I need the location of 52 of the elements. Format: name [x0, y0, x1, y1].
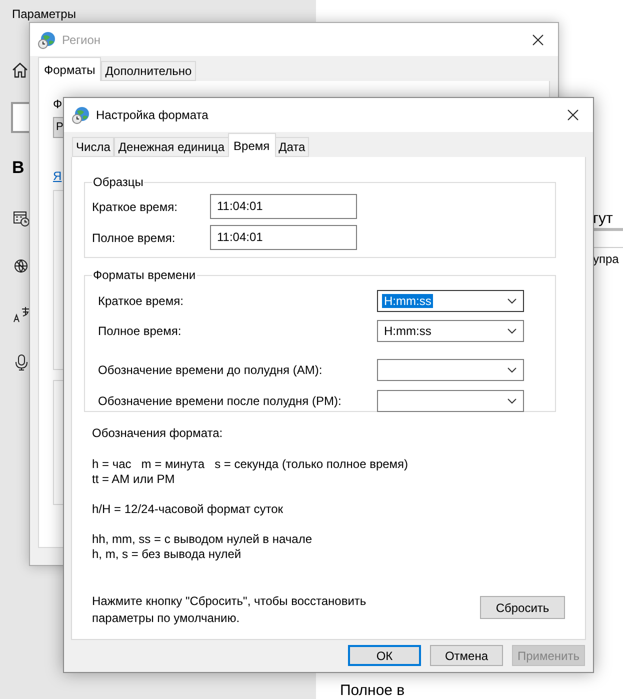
help-text: h = час m = минута s = секунда (только полное время)	[92, 457, 410, 472]
field-label: Ф	[53, 96, 64, 113]
text-field[interactable]: 11:04:01	[210, 225, 357, 250]
field-label: Обозначение времени после полудня (PM):	[98, 393, 342, 410]
close-icon[interactable]	[567, 109, 579, 121]
chevron-down-icon	[507, 367, 517, 373]
window-title: Параметры	[12, 6, 76, 23]
text-field[interactable]: 11:04:01	[210, 194, 357, 219]
field-label: Полное время:	[92, 230, 176, 246]
help-text: tt = AM или PM	[92, 472, 176, 487]
microphone-icon[interactable]	[13, 354, 30, 371]
dialog-button[interactable]: ОК	[348, 645, 421, 666]
dropdown[interactable]: H:mm:ss	[377, 320, 524, 342]
globe-icon	[38, 30, 56, 48]
close-icon[interactable]	[532, 34, 544, 46]
section-heading: Обозначения формата:	[92, 425, 224, 442]
chevron-down-icon	[507, 398, 517, 404]
body-text: Полное в	[340, 681, 405, 699]
dropdown-value: H:mm:ss	[382, 294, 434, 308]
field-label: Краткое время:	[92, 198, 178, 216]
chevron-down-icon	[507, 328, 517, 334]
tab[interactable]: Числа	[72, 137, 114, 157]
help-text: h, m, s = без вывода нулей	[92, 547, 242, 562]
field-label: Полное время:	[98, 323, 182, 340]
window-title: Регион	[62, 32, 102, 48]
dropdown[interactable]	[377, 359, 524, 381]
dropdown[interactable]	[377, 390, 524, 412]
help-text: hh, mm, ss = с выводом нулей в начале	[92, 532, 314, 547]
tab[interactable]: Дата	[274, 137, 310, 157]
globe-icon	[72, 106, 90, 124]
globe-icon[interactable]	[13, 258, 30, 275]
dropdown-value: H:mm:ss	[383, 324, 432, 338]
language-icon[interactable]	[13, 306, 30, 323]
tab[interactable]: Денежная единица	[114, 137, 229, 157]
help-text: Нажмите кнопку "Сбросить", чтобы восстановить параметры по умолчанию.	[92, 593, 368, 627]
section-heading: В	[12, 157, 24, 179]
group-title: Образцы	[92, 174, 144, 191]
tab[interactable]: Дополнительно	[101, 61, 196, 81]
help-text: h/H = 12/24-часовой формат суток	[92, 502, 284, 517]
dropdown[interactable]: H:mm:ss	[377, 290, 524, 312]
tab[interactable]: Форматы	[38, 57, 102, 81]
field-label: Краткое время:	[98, 293, 184, 310]
calendar-icon[interactable]	[13, 210, 30, 227]
field-label: Обозначение времени до полудня (AM):	[98, 362, 324, 379]
body-text: гут	[593, 209, 613, 229]
tab[interactable]: Время	[228, 133, 276, 157]
chevron-down-icon	[507, 298, 517, 304]
home-icon[interactable]	[12, 62, 28, 78]
window-title: Настройка формата	[96, 107, 210, 124]
dialog-button[interactable]: Отмена	[430, 645, 503, 666]
group-title: Форматы времени	[92, 267, 197, 284]
reset-button[interactable]: Сбросить	[480, 596, 565, 619]
